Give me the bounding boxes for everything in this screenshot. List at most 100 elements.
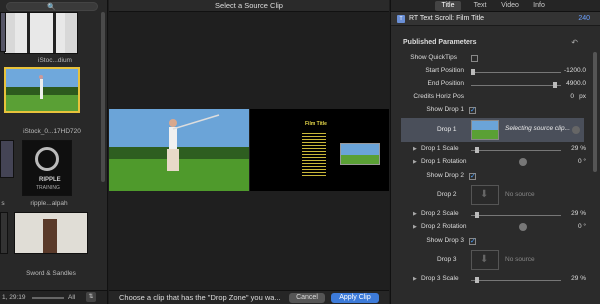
section-header: Published Parameters ↶: [391, 37, 600, 49]
disclosure-triangle-icon[interactable]: ▶: [413, 276, 417, 282]
param-label: Show QuickTips: [410, 54, 457, 61]
clip-label: Sword & Sandles: [26, 270, 76, 277]
tab-video[interactable]: Video: [497, 1, 523, 11]
param-label: Show Drop 3: [426, 237, 464, 244]
param-label: Start Position: [425, 67, 464, 74]
param-label: Drop 3: [437, 256, 457, 263]
duration-readout: 1, 29:19: [2, 294, 26, 301]
param-value[interactable]: -1200.0: [564, 67, 586, 74]
param-row: ▶ Drop 3 Scale 29 %: [391, 273, 600, 286]
drop3-scale-slider[interactable]: [471, 277, 561, 283]
param-row: Show Drop 1 ✓: [391, 104, 600, 117]
show-drop3-checkbox[interactable]: ✓: [469, 238, 476, 245]
drop1-scale-slider[interactable]: [471, 147, 561, 153]
viewer-panel: Select a Source Clip Film Title Choose a…: [109, 0, 389, 304]
drop2-row: Drop 2 ⬇ No source: [391, 183, 600, 207]
clip-label: ripple...alpah: [30, 200, 68, 207]
drop3-status: No source: [505, 256, 535, 263]
rotation-dial[interactable]: [519, 223, 527, 231]
param-row: Credits Horiz Pos 0 px: [391, 91, 600, 104]
preview-title: Film Title: [305, 121, 327, 127]
param-row: Show QuickTips: [391, 52, 600, 65]
search-field[interactable]: 🔍: [6, 2, 98, 11]
drop-zone-preview: [340, 143, 380, 165]
param-label: Drop 2: [437, 191, 457, 198]
param-label: Drop 1: [437, 126, 457, 133]
disclosure-triangle-icon[interactable]: ▶: [413, 146, 417, 152]
clip-thumb-partial-left[interactable]: [0, 140, 14, 178]
rotation-dial[interactable]: [519, 158, 527, 166]
browser-scrollbar[interactable]: [101, 12, 105, 182]
drop1-select-dot[interactable]: [572, 126, 580, 134]
inspector-panel: Title Text Video Info T RT Text Scroll: …: [390, 0, 600, 304]
param-row: End Position 4900.0: [391, 78, 600, 91]
search-icon: 🔍: [47, 4, 56, 11]
param-label: Drop 1 Scale: [421, 145, 459, 152]
tab-info[interactable]: Info: [529, 1, 549, 11]
param-label: Drop 1 Rotation: [421, 158, 467, 165]
disclosure-triangle-icon[interactable]: ▶: [413, 159, 417, 165]
source-clip-frame[interactable]: [109, 109, 249, 191]
inspector-header: T RT Text Scroll: Film Title 240: [391, 12, 600, 26]
clip-thumb-partial-left[interactable]: [0, 212, 8, 254]
drop2-well[interactable]: ⬇: [471, 185, 499, 205]
download-arrow-icon: ⬇: [480, 189, 489, 200]
param-row: ▶ Drop 2 Scale 29 %: [391, 208, 600, 221]
golf-thumbnail: [6, 69, 78, 111]
param-value[interactable]: 0 °: [578, 223, 586, 230]
start-position-slider[interactable]: [471, 69, 561, 75]
param-value[interactable]: 29 %: [571, 210, 586, 217]
param-row: ▶ Drop 1 Scale 29 %: [391, 143, 600, 156]
clip-thumb-istock-medium[interactable]: [4, 12, 78, 54]
disclosure-triangle-icon[interactable]: ▶: [413, 224, 417, 230]
drop1-row-selected[interactable]: Drop 1 Selecting source clip...: [401, 118, 584, 142]
settings-icon[interactable]: ⇅: [86, 292, 96, 302]
drop1-well[interactable]: [471, 120, 499, 140]
tab-title[interactable]: Title: [435, 1, 461, 11]
apply-clip-button[interactable]: Apply Clip: [331, 293, 379, 303]
reset-icon[interactable]: ↶: [571, 38, 578, 47]
param-label: Drop 2 Scale: [421, 210, 459, 217]
param-value[interactable]: 4900.0: [566, 80, 586, 87]
show-drop1-checkbox[interactable]: ✓: [469, 107, 476, 114]
drop1-status: Selecting source clip...: [505, 125, 571, 132]
cancel-button[interactable]: Cancel: [289, 293, 325, 303]
inspector-scrollbar[interactable]: [593, 52, 597, 172]
param-label: Drop 2 Rotation: [421, 223, 467, 230]
param-row: Show Drop 3 ✓: [391, 235, 600, 248]
show-drop2-checkbox[interactable]: ✓: [469, 173, 476, 180]
clip-thumb-sword[interactable]: [14, 212, 88, 254]
section-title: Published Parameters: [403, 39, 477, 46]
param-unit: px: [579, 93, 586, 100]
inspector-tabs: Title Text Video Info: [391, 0, 600, 12]
param-value[interactable]: 29 %: [571, 275, 586, 282]
drop2-status: No source: [505, 191, 535, 198]
param-row: Show Drop 2 ✓: [391, 170, 600, 183]
drop2-scale-slider[interactable]: [471, 212, 561, 218]
zoom-label[interactable]: All: [68, 294, 75, 301]
title-preview-frame: Film Title: [250, 109, 389, 191]
param-value[interactable]: 29 %: [571, 145, 586, 152]
credits-text-block: [302, 131, 326, 177]
inspector-clip-name: RT Text Scroll: Film Title: [409, 15, 485, 22]
zoom-slider[interactable]: [32, 297, 64, 299]
clip-thumb-golf[interactable]: [4, 67, 80, 113]
viewer-bottom-bar: Choose a clip that has the "Drop Zone" y…: [109, 290, 389, 304]
param-label: Credits Horiz Pos: [413, 93, 464, 100]
param-row: Start Position -1200.0: [391, 65, 600, 78]
quicktips-checkbox[interactable]: [471, 55, 478, 62]
disclosure-triangle-icon[interactable]: ▶: [413, 211, 417, 217]
clip-label-partial: s: [1, 200, 5, 207]
tab-text[interactable]: Text: [469, 1, 491, 11]
param-value[interactable]: 0: [570, 93, 574, 100]
param-row: ▶ Drop 2 Rotation 0 °: [391, 221, 600, 234]
drop3-well[interactable]: ⬇: [471, 250, 499, 270]
clip-label: iStoc...dium: [38, 57, 72, 64]
param-value[interactable]: 0 °: [578, 158, 586, 165]
clip-thumb-partial-left[interactable]: [0, 12, 6, 52]
clip-thumb-ripple[interactable]: RIPPLE TRAINING: [22, 140, 72, 196]
download-arrow-icon: ⬇: [480, 254, 489, 265]
param-label: Drop 3 Scale: [421, 275, 459, 282]
event-browser: 🔍 iStoc...dium iStock_0...17HD720 s RIPP…: [0, 0, 108, 304]
end-position-slider[interactable]: [471, 82, 561, 88]
